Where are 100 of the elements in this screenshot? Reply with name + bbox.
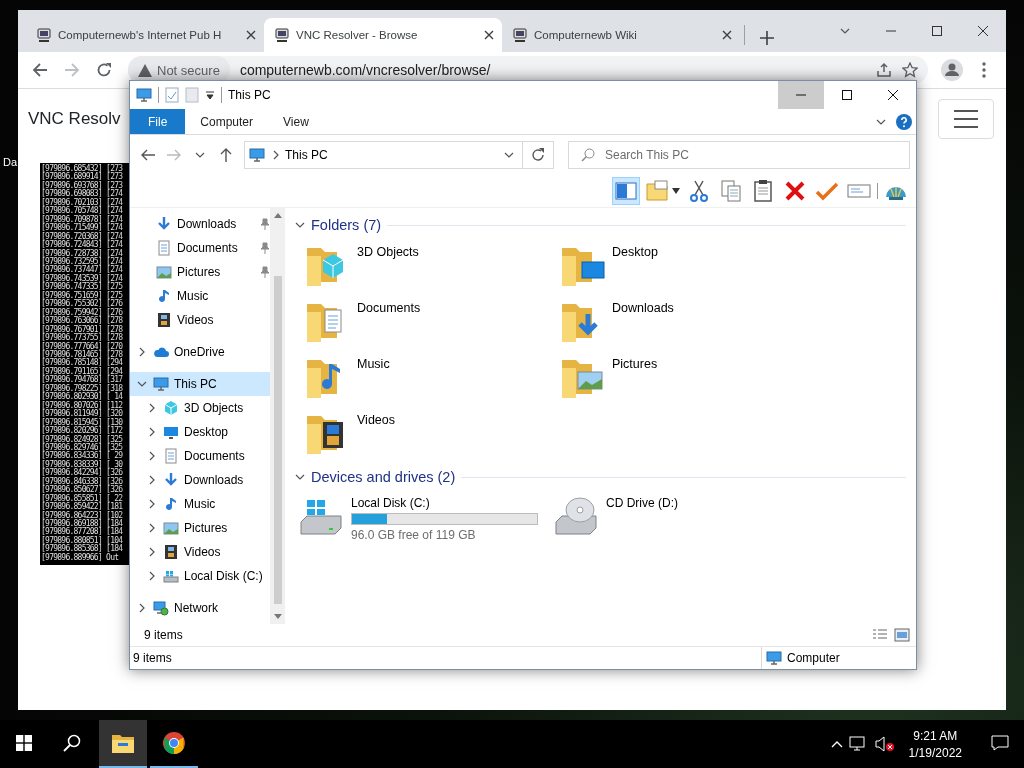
- expander-icon[interactable]: [147, 523, 157, 533]
- nav-item[interactable]: This PC: [130, 372, 270, 396]
- browser-tab[interactable]: VNC Resolver - Browse: [264, 18, 502, 52]
- nav-item[interactable]: Music: [130, 492, 270, 516]
- terminal-line: [979896.846338] [326: [41, 477, 124, 486]
- chevron-icon[interactable]: [195, 150, 205, 160]
- computer-icon: [136, 87, 152, 103]
- nav-item[interactable]: Documents: [130, 444, 270, 468]
- collapse-icon[interactable]: [295, 220, 305, 230]
- chevron-icon[interactable]: [840, 26, 850, 36]
- search-field[interactable]: Search This PC: [568, 141, 910, 169]
- browser-tab[interactable]: Computernewb's Internet Pub H: [26, 18, 264, 52]
- nav-item[interactable]: Videos: [130, 308, 270, 332]
- terminal-line: [979896.885368] [184: [41, 545, 124, 554]
- folder-item[interactable]: Documents: [303, 296, 558, 352]
- terminal-line: [979896.842294] [326: [41, 469, 124, 478]
- folder-item[interactable]: Desktop: [558, 240, 813, 296]
- drive-name[interactable]: Local Disk (C:): [351, 496, 538, 510]
- picture-icon: [156, 264, 172, 280]
- address-field[interactable]: This PC: [244, 141, 554, 169]
- muted-speaker-icon[interactable]: [874, 736, 895, 752]
- nav-item[interactable]: Music: [130, 284, 270, 308]
- ribbon-tab[interactable]: File: [130, 109, 186, 134]
- nav-item[interactable]: Documents: [130, 236, 270, 260]
- terminal-line: [979896.763066] [278: [41, 317, 124, 326]
- expander-icon[interactable]: [147, 499, 157, 509]
- kebab-menu-icon: [982, 62, 986, 78]
- nav-item[interactable]: Videos: [130, 540, 270, 564]
- warning-icon: [138, 63, 152, 77]
- ribbon-tab[interactable]: View: [268, 109, 324, 134]
- expander-icon[interactable]: [147, 451, 157, 461]
- profile-button[interactable]: [938, 56, 966, 84]
- group-header[interactable]: Folders (7): [295, 214, 906, 236]
- customize-caret-icon[interactable]: [205, 90, 215, 100]
- nav-item[interactable]: Downloads: [130, 468, 270, 492]
- expander-icon[interactable]: [147, 403, 157, 413]
- nav-item[interactable]: 3D Objects: [130, 396, 270, 420]
- folder-item[interactable]: Pictures: [558, 352, 813, 408]
- terminal-line: [979896.732595] [274: [41, 258, 124, 267]
- close-icon[interactable]: [246, 30, 256, 40]
- forward-arrow-icon: [64, 62, 80, 78]
- expander-icon[interactable]: [147, 475, 157, 485]
- expander-icon[interactable]: [147, 427, 157, 437]
- folder-item[interactable]: 3D Objects: [303, 240, 558, 296]
- drive-name[interactable]: CD Drive (D:): [606, 496, 678, 510]
- group-header[interactable]: Devices and drives (2): [295, 466, 906, 488]
- document-icon: [163, 448, 179, 464]
- computer-icon: [36, 27, 52, 43]
- star-icon[interactable]: [902, 62, 918, 78]
- close-icon[interactable]: [484, 30, 494, 40]
- nav-item[interactable]: Desktop: [130, 420, 270, 444]
- browser-tab[interactable]: Computernewb Wiki: [502, 18, 740, 52]
- expander-icon[interactable]: [137, 603, 147, 613]
- terminal-line: [979896.767901] [278: [41, 325, 124, 334]
- toolbar-button[interactable]: [612, 177, 640, 205]
- nav-item[interactable]: Pictures: [130, 516, 270, 540]
- scroll-down-icon: [273, 614, 282, 620]
- folder-item[interactable]: Music: [303, 352, 558, 408]
- download-icon: [163, 472, 179, 488]
- folder-item[interactable]: Videos: [303, 408, 558, 464]
- terminal-line: [979896.781465] [278: [41, 350, 124, 360]
- nav-item[interactable]: OneDrive: [130, 340, 270, 364]
- back-arrow-icon: [32, 62, 48, 78]
- preview-pane-icon: [614, 179, 638, 203]
- expander-icon[interactable]: [137, 379, 147, 389]
- menu-button[interactable]: [938, 99, 994, 139]
- scrollbar-thumb[interactable]: [273, 276, 282, 604]
- nav-item[interactable]: Pictures: [130, 260, 270, 284]
- nav-item[interactable]: Downloads: [130, 212, 270, 236]
- collapse-icon[interactable]: [295, 472, 305, 482]
- share-icon[interactable]: [876, 62, 892, 78]
- breadcrumb-chevron-icon[interactable]: [271, 150, 281, 160]
- taskbar-app[interactable]: [99, 720, 147, 768]
- address-text: This PC: [285, 148, 329, 162]
- terminal-line: [979896.802930] [ 14: [41, 393, 124, 402]
- help-icon[interactable]: [896, 113, 912, 130]
- clock[interactable]: 9:21 AM 1/19/2022: [900, 728, 970, 760]
- dropdown-icon[interactable]: [504, 150, 514, 160]
- terminal-line: [979896.715499] [274: [41, 224, 124, 233]
- scrollbar[interactable]: [270, 208, 285, 624]
- expander-icon[interactable]: [147, 547, 157, 557]
- caret-icon: [672, 188, 680, 194]
- folder-item[interactable]: Downloads: [558, 296, 813, 352]
- terminal-line: [979896.759942] [276: [41, 308, 124, 317]
- copy-icon: [719, 179, 743, 203]
- nav-item[interactable]: Local Disk (C:): [130, 564, 270, 588]
- expander-icon[interactable]: [137, 347, 147, 357]
- close-icon[interactable]: [722, 30, 732, 40]
- terminal-line: [979896.709878] [274: [41, 215, 124, 224]
- expander-icon[interactable]: [147, 571, 157, 581]
- ribbon-tab[interactable]: Computer: [185, 109, 269, 134]
- computer-icon: [274, 27, 290, 43]
- terminal-line: [979896.698083] [274: [41, 190, 124, 199]
- nav-item[interactable]: Network: [130, 596, 270, 620]
- search-input[interactable]: Search This PC: [603, 147, 909, 163]
- computer-icon: [766, 650, 782, 666]
- terminal-line: [979896.702103] [274: [41, 198, 124, 207]
- caret-up-icon[interactable]: [830, 740, 843, 748]
- search-icon: [63, 734, 81, 752]
- window-title: This PC: [228, 88, 271, 102]
